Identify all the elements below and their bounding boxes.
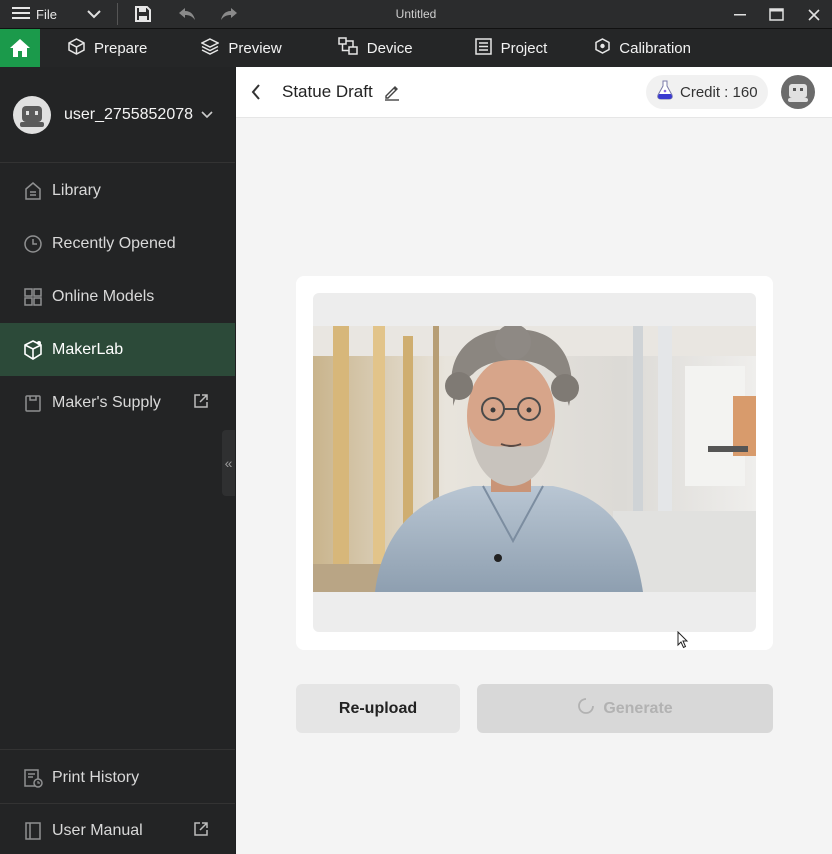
tab-device[interactable]: Device [337, 29, 413, 67]
calibration-icon [595, 38, 611, 58]
image-preview-frame [313, 293, 756, 632]
tab-device-label: Device [366, 39, 413, 57]
chevron-down-icon[interactable] [79, 0, 109, 29]
external-link-icon [193, 393, 209, 409]
sidebar-item-makers-supply[interactable]: Maker's Supply [0, 376, 235, 429]
title-bar: File Untitled [0, 0, 832, 29]
username: user_2755852078 [64, 105, 194, 123]
back-button[interactable] [236, 67, 276, 118]
sidebar-item-label: Online Models [52, 287, 155, 305]
loading-spinner-icon [577, 697, 595, 720]
sidebar-item-label: Maker's Supply [52, 393, 161, 411]
cube-icon [68, 37, 85, 59]
sidebar-item-label: Library [52, 181, 101, 199]
book-icon [22, 821, 44, 841]
close-icon[interactable] [795, 0, 832, 29]
sidebar-item-makerlab[interactable]: MakerLab [0, 323, 235, 376]
device-icon [337, 37, 358, 59]
makerlab-icon [22, 339, 44, 360]
minimize-icon[interactable] [721, 0, 758, 29]
file-menu-label: File [36, 6, 57, 22]
double-chevron-left-icon: « [224, 455, 233, 471]
titlebar-divider [116, 3, 118, 25]
layers-icon [200, 37, 221, 59]
sidebar-item-user-manual[interactable]: User Manual [0, 804, 235, 854]
grid-icon [22, 287, 44, 307]
mouse-cursor-icon [677, 630, 689, 654]
tab-prepare[interactable]: Prepare [68, 29, 147, 67]
file-menu[interactable]: File [0, 0, 57, 28]
sidebar-item-recently-opened[interactable]: Recently Opened [0, 217, 235, 270]
sidebar-item-label: Print History [52, 768, 140, 786]
uploaded-photo [313, 326, 756, 592]
sidebar-item-label: User Manual [52, 821, 143, 839]
generate-button[interactable]: Generate [477, 684, 773, 733]
save-icon[interactable] [128, 0, 158, 29]
list-icon [474, 37, 492, 59]
makerlab-main-panel: Statue Draft Credit : 160 Re-upload Gene… [236, 67, 832, 854]
potion-icon [656, 80, 674, 104]
avatar[interactable] [781, 75, 815, 109]
chevron-down-icon [201, 110, 213, 119]
portrait-photo-image [313, 326, 756, 592]
sidebar-item-online-models[interactable]: Online Models [0, 270, 235, 323]
tab-preview[interactable]: Preview [200, 29, 282, 67]
sidebar-item-label: MakerLab [52, 340, 124, 358]
main-tab-bar: Prepare Preview Device Project Calibrati… [0, 29, 832, 67]
sidebar-item-print-history[interactable]: Print History [0, 751, 235, 804]
sidebar: user_2755852078 Library Recently Opened … [0, 67, 235, 854]
reupload-button[interactable]: Re-upload [296, 684, 460, 733]
sidebar-item-library[interactable]: Library [0, 164, 235, 217]
image-upload-card [296, 276, 773, 650]
collapse-sidebar-button[interactable]: « [222, 430, 235, 496]
chevron-left-icon [251, 84, 260, 100]
redo-icon[interactable] [214, 0, 244, 29]
tab-prepare-label: Prepare [94, 39, 148, 57]
history-icon [22, 768, 44, 788]
generate-label: Generate [603, 699, 673, 717]
sidebar-item-label: Recently Opened [52, 234, 176, 252]
maximize-icon[interactable] [758, 0, 795, 29]
robot-avatar-icon [788, 84, 808, 102]
undo-icon[interactable] [172, 0, 202, 29]
window-title: Untitled [395, 7, 437, 21]
avatar [13, 95, 51, 134]
library-icon [22, 181, 44, 201]
tab-calibration[interactable]: Calibration [595, 29, 691, 67]
robot-avatar-icon [20, 105, 44, 127]
tab-project[interactable]: Project [474, 29, 548, 67]
sidebar-divider [0, 749, 235, 750]
menu-icon [12, 6, 30, 23]
bag-icon [22, 393, 44, 413]
clock-icon [22, 234, 44, 254]
pencil-icon [384, 86, 399, 101]
external-link-icon [193, 821, 209, 837]
user-account-menu[interactable]: user_2755852078 [0, 67, 235, 163]
tab-preview-label: Preview [228, 39, 282, 57]
page-title: Statue Draft [282, 82, 373, 101]
credit-text: Credit : 160 [680, 83, 758, 101]
reupload-label: Re-upload [338, 699, 418, 717]
credit-badge[interactable]: Credit : 160 [646, 75, 768, 109]
page-header: Statue Draft Credit : 160 [236, 67, 832, 118]
home-icon [10, 39, 30, 57]
tab-project-label: Project [500, 39, 548, 57]
home-button[interactable] [0, 29, 40, 67]
edit-title-button[interactable] [383, 83, 401, 101]
tab-calibration-label: Calibration [619, 39, 691, 57]
